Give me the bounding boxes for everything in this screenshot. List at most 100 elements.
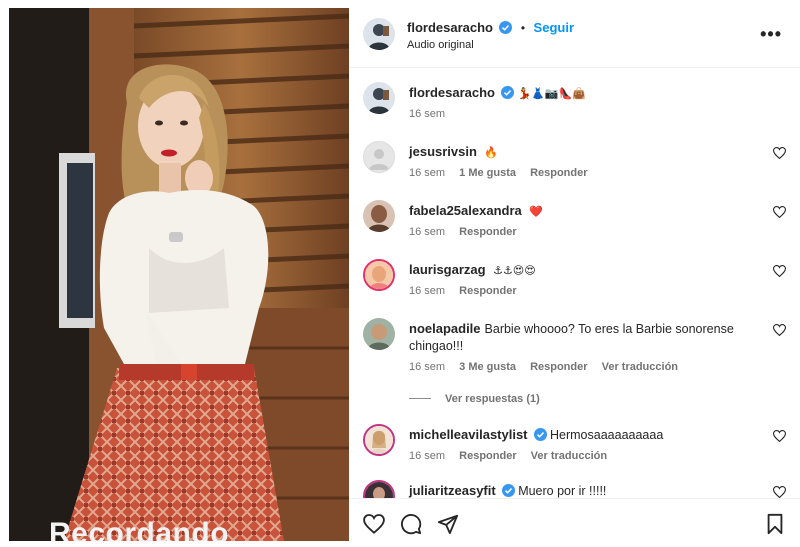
commenter-avatar[interactable] [363, 318, 395, 350]
verified-badge-icon [501, 484, 515, 497]
comments-list: flordesaracho 💃👗📷👠👜 16 sem jesusrivsin 🔥… [349, 68, 800, 498]
comment-body: laurisgarzag ⚓⚓😍😍 16 sem Responder [409, 261, 759, 297]
caption-time[interactable]: 16 sem [409, 108, 445, 120]
comment-item: michelleavilastylist Hermosaaaaaaaaaa 16… [363, 424, 788, 474]
comment-body: noelapadile Barbie whoooo? To eres la Bar… [409, 320, 759, 405]
replies-divider [409, 398, 431, 399]
verified-badge-icon [500, 86, 514, 99]
verified-badge-icon [499, 21, 513, 34]
comment-content: Hermosaaaaaaaaaa [550, 428, 664, 442]
heart-icon[interactable] [773, 324, 786, 336]
comment-time[interactable]: 16 sem [409, 167, 445, 179]
heart-icon[interactable] [363, 513, 385, 535]
reply-button[interactable]: Responder [459, 450, 516, 462]
commenter-username[interactable]: jesusrivsin [409, 144, 477, 159]
comment-text: laurisgarzag ⚓⚓😍😍 [409, 261, 759, 279]
heart-icon[interactable] [773, 265, 786, 277]
comment-item: laurisgarzag ⚓⚓😍😍 16 sem Responder [363, 259, 788, 309]
comment-emoji: 🔥 [484, 146, 499, 159]
commenter-avatar-image [363, 318, 395, 350]
share-icon[interactable] [437, 513, 459, 535]
author-username[interactable]: flordesaracho [407, 20, 493, 35]
reply-button[interactable]: Responder [530, 167, 587, 179]
media-overlay-text: Recordando [49, 517, 230, 541]
commenter-username[interactable]: noelapadile [409, 321, 481, 336]
commenter-username[interactable]: juliaritzeasyfit [409, 483, 496, 498]
comment-emoji: ⚓⚓😍😍 [493, 264, 536, 277]
heart-icon[interactable] [773, 206, 786, 218]
commenter-username[interactable]: laurisgarzag [409, 262, 486, 277]
reply-button[interactable]: Responder [459, 285, 516, 297]
caption-meta: 16 sem [409, 108, 759, 120]
comment-time[interactable]: 16 sem [409, 285, 445, 297]
comment-body: jesusrivsin 🔥 16 sem 1 Me gusta Responde… [409, 143, 759, 179]
caption-username[interactable]: flordesaracho [409, 85, 495, 100]
post-header: flordesaracho • Seguir Audio original ••… [349, 0, 800, 68]
bookmark-icon[interactable] [764, 513, 786, 535]
comment-text: juliaritzeasyfit Muero por ir !!!!! [409, 482, 759, 498]
post-action-bar [349, 498, 800, 547]
commenter-username[interactable]: fabela25alexandra [409, 203, 522, 218]
caption-emojis: 💃👗📷👠👜 [517, 87, 586, 100]
comment-item: fabela25alexandra ❤️ 16 sem Responder [363, 200, 788, 250]
commenter-avatar[interactable] [363, 200, 395, 232]
translate-button[interactable]: Ver traducción [602, 361, 678, 373]
comment-text: fabela25alexandra ❤️ [409, 202, 759, 220]
commenter-avatar-image [365, 426, 393, 454]
comment-time[interactable]: 16 sem [409, 226, 445, 238]
author-avatar-image [363, 18, 395, 50]
follow-button[interactable]: Seguir [534, 20, 574, 35]
comment-text: noelapadile Barbie whoooo? To eres la Bar… [409, 320, 759, 355]
author-avatar[interactable] [363, 18, 395, 50]
commenter-avatar[interactable] [363, 480, 395, 498]
commenter-avatar-image [363, 200, 395, 232]
commenter-avatar[interactable] [363, 424, 395, 456]
caption-avatar-image [363, 82, 395, 114]
audio-label[interactable]: Audio original [407, 39, 474, 51]
comment-meta: 16 sem Responder [409, 285, 759, 297]
commenter-avatar[interactable] [363, 259, 395, 291]
heart-icon[interactable] [773, 486, 786, 498]
comment-item: noelapadile Barbie whoooo? To eres la Bar… [363, 318, 788, 418]
view-replies-button[interactable]: Ver respuestas (1) [409, 393, 759, 405]
follow-separator: • [520, 21, 526, 35]
heart-icon[interactable] [773, 147, 786, 159]
caption-avatar[interactable] [363, 82, 395, 114]
commenter-avatar-image [365, 482, 393, 498]
commenter-avatar[interactable] [363, 141, 395, 173]
comment-body: juliaritzeasyfit Muero por ir !!!!! [409, 482, 759, 498]
caption-body: flordesaracho 💃👗📷👠👜 16 sem [409, 84, 759, 120]
default-avatar-icon [369, 149, 389, 170]
comment-likes[interactable]: 1 Me gusta [459, 167, 516, 179]
comment-time[interactable]: 16 sem [409, 450, 445, 462]
comment-icon[interactable] [400, 513, 422, 535]
comment-text: michelleavilastylist Hermosaaaaaaaaaa [409, 426, 759, 444]
reply-button[interactable]: Responder [530, 361, 587, 373]
comment-meta: 16 sem 1 Me gusta Responder [409, 167, 759, 179]
post-sidebar: flordesaracho • Seguir Audio original ••… [349, 0, 800, 547]
post-header-title: flordesaracho • Seguir [407, 19, 574, 37]
comment-likes[interactable]: 3 Me gusta [459, 361, 516, 373]
translate-button[interactable]: Ver traducción [531, 450, 607, 462]
commenter-username[interactable]: michelleavilastylist [409, 427, 528, 442]
post-media[interactable]: Recordando [9, 8, 349, 541]
view-replies-label: Ver respuestas (1) [445, 393, 540, 405]
comment-text: jesusrivsin 🔥 [409, 143, 759, 161]
comment-meta: 16 sem Responder Ver traducción [409, 450, 759, 462]
reply-button[interactable]: Responder [459, 226, 516, 238]
comment-item: jesusrivsin 🔥 16 sem 1 Me gusta Responde… [363, 141, 788, 191]
comment-item: juliaritzeasyfit Muero por ir !!!!! [363, 480, 788, 498]
comment-meta: 16 sem Responder [409, 226, 759, 238]
more-options-icon[interactable]: ••• [760, 24, 782, 45]
comment-time[interactable]: 16 sem [409, 361, 445, 373]
post-photo [9, 8, 349, 541]
post-caption: flordesaracho 💃👗📷👠👜 16 sem [363, 82, 788, 132]
caption-text: flordesaracho 💃👗📷👠👜 [409, 84, 759, 102]
comment-body: michelleavilastylist Hermosaaaaaaaaaa 16… [409, 426, 759, 462]
heart-icon[interactable] [773, 430, 786, 442]
comment-body: fabela25alexandra ❤️ 16 sem Responder [409, 202, 759, 238]
comment-emoji: ❤️ [529, 205, 543, 218]
verified-badge-icon [533, 428, 547, 441]
commenter-avatar-image [365, 261, 393, 289]
comment-meta: 16 sem 3 Me gusta Responder Ver traducci… [409, 361, 759, 373]
